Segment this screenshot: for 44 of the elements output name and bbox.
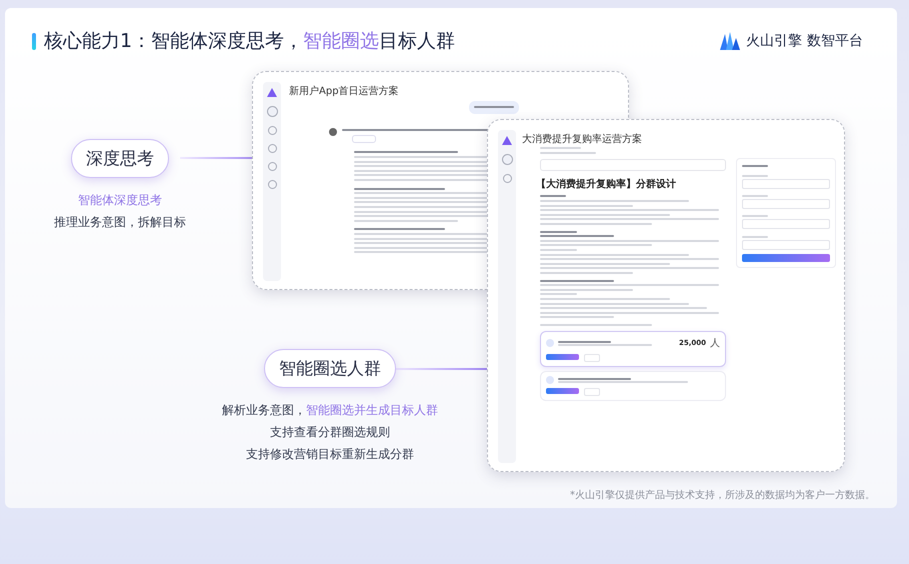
callout-text: 支持修改营销目标重新生成分群 (246, 446, 414, 463)
plus-icon[interactable] (266, 106, 278, 117)
segment-card[interactable] (540, 371, 726, 402)
pill-label: 智能圈选人群 (264, 349, 396, 388)
details-button[interactable] (584, 354, 600, 362)
segment-unit: 人 (710, 337, 720, 350)
submit-button[interactable] (742, 254, 830, 262)
logo-brand-text: 火山引擎 (746, 32, 802, 50)
dropdown-chip[interactable] (352, 135, 376, 144)
input-field[interactable] (742, 219, 830, 230)
generate-button[interactable] (546, 388, 579, 394)
mountain-logo-icon (719, 31, 741, 51)
callout-text: 解析业务意图，智能圈选并生成目标人群 (222, 402, 438, 419)
details-button[interactable] (584, 388, 600, 396)
text-placeholder-line (742, 236, 768, 238)
input-field[interactable] (742, 240, 830, 250)
avatar-circle (329, 128, 337, 136)
title-accent-bar (32, 32, 36, 50)
text-placeholder-line (742, 165, 768, 168)
slide-title: 核心能力1：智能体深度思考，智能圈选目标人群 (44, 29, 456, 54)
sidebar-icon[interactable] (502, 174, 512, 183)
text-placeholder-line (540, 147, 581, 150)
pill-label: 深度思考 (71, 139, 169, 178)
logo-product-text: 数智平台 (807, 32, 863, 50)
callout-text: 智能体深度思考 (78, 192, 162, 209)
callout-text: 支持查看分群圈选规则 (270, 424, 390, 441)
text-placeholder-line (742, 174, 768, 177)
text-placeholder-line (540, 293, 578, 296)
plus-icon[interactable] (502, 154, 512, 165)
user-icon (546, 376, 554, 384)
app-logo-icon (502, 136, 512, 145)
app-logo-icon (267, 88, 277, 97)
section-heading: 【大消费提升复购率】分群设计 (536, 177, 677, 192)
input-field[interactable] (742, 199, 830, 210)
text-placeholder-line (540, 152, 596, 154)
window-title: 新用户App首日运营方案 (289, 84, 400, 98)
input-field[interactable] (742, 178, 830, 189)
text-placeholder-line (474, 106, 514, 108)
window-title: 大消费提升复购率运营方案 (522, 132, 643, 146)
generate-button[interactable] (546, 354, 579, 360)
user-icon (546, 339, 554, 348)
callout-text: 推理业务意图，拆解目标 (54, 214, 186, 231)
footnote: *火山引擎仅提供产品与技术支持，所涉及的数据均为客户一方数据。 (570, 488, 875, 502)
collapsed-panel[interactable] (540, 159, 726, 172)
